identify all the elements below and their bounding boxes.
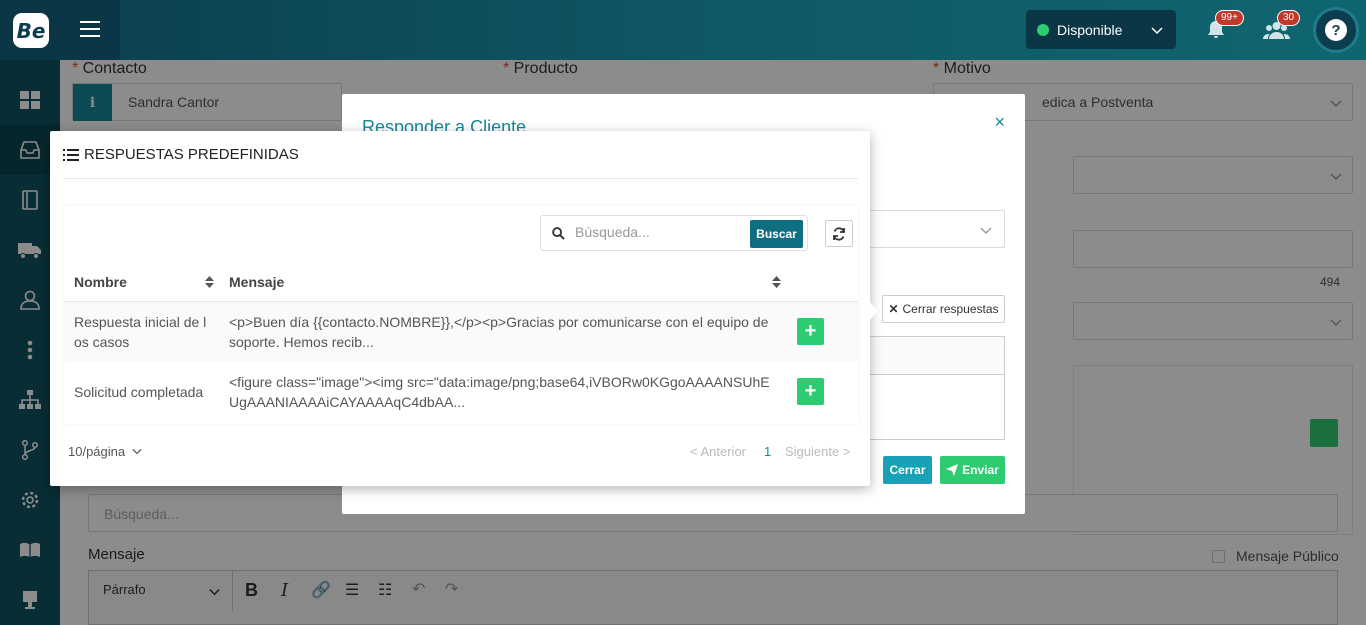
chevron-down-icon (1151, 27, 1163, 35)
list-icon (63, 148, 79, 161)
popover-title: RESPUESTAS PREDEFINIDAS (84, 146, 299, 163)
availability-dropdown[interactable]: Disponible (1026, 10, 1176, 49)
plus-icon: + (804, 380, 817, 402)
refresh-button[interactable] (825, 220, 853, 247)
prev-page-button[interactable]: < Anterior (690, 444, 746, 459)
close-responses-button[interactable]: ✕ Cerrar respuestas (882, 295, 1005, 323)
table-row[interactable]: Respuesta inicial de los casos <p>Buen d… (63, 302, 858, 362)
enviar-label: Enviar (962, 463, 999, 477)
next-page-button[interactable]: Siguiente > (785, 444, 850, 459)
col-mensaje-label: Mensaje (229, 274, 285, 290)
close-icon[interactable]: × (994, 112, 1005, 133)
chevron-down-icon (980, 227, 992, 234)
responses-search-input[interactable] (575, 224, 745, 240)
plus-icon: + (804, 320, 817, 342)
popover-header: RESPUESTAS PREDEFINIDAS (63, 131, 858, 179)
buscar-button[interactable]: Buscar (750, 220, 803, 248)
sort-icon[interactable] (205, 276, 214, 288)
close-responses-label: Cerrar respuestas (902, 302, 999, 316)
row-mensaje: <p>Buen día {{contacto.NOMBRE}},</p><p>G… (229, 314, 769, 350)
app-logo[interactable]: Be (13, 13, 49, 48)
chevron-down-icon (132, 448, 142, 455)
notifications-badge: 99+ (1215, 10, 1244, 26)
modal-editor[interactable] (862, 336, 1005, 440)
row-nombre: Respuesta inicial de los casos (74, 314, 207, 350)
page-size-value: 10/página (68, 444, 126, 459)
col-nombre-label: Nombre (74, 274, 127, 290)
help-button[interactable]: ? (1313, 7, 1359, 53)
add-response-button[interactable]: + (797, 318, 824, 345)
users-badge: 30 (1277, 10, 1301, 26)
page-size-select[interactable]: 10/página (68, 444, 142, 459)
logo-area: Be (0, 0, 120, 60)
col-mensaje-header[interactable]: Mensaje (229, 264, 781, 300)
availability-label: Disponible (1057, 21, 1123, 38)
current-page[interactable]: 1 (764, 444, 771, 459)
hamburger-menu-icon[interactable] (80, 21, 100, 37)
send-icon (946, 464, 959, 476)
add-response-button[interactable]: + (797, 378, 824, 405)
x-icon: ✕ (888, 302, 899, 316)
top-bar: Be Disponible 99+ 30 ? (0, 0, 1366, 60)
cerrar-button[interactable]: Cerrar (883, 456, 932, 484)
enviar-button[interactable]: Enviar (940, 456, 1005, 484)
table-row[interactable]: Solicitud completada <figure class="imag… (63, 362, 858, 422)
col-nombre-header[interactable]: Nombre (74, 264, 214, 300)
predefined-responses-popover: RESPUESTAS PREDEFINIDAS Buscar Nombre Me… (50, 131, 879, 486)
status-dot-icon (1037, 23, 1049, 36)
sort-icon[interactable] (772, 276, 781, 288)
refresh-icon (833, 226, 845, 241)
row-nombre: Solicitud completada (74, 384, 204, 400)
responses-search: Buscar (540, 215, 808, 251)
modal-select[interactable] (862, 210, 1005, 248)
search-icon (552, 227, 565, 240)
help-icon: ? (1325, 19, 1347, 41)
row-mensaje: <figure class="image"><img src="data:ima… (229, 374, 770, 410)
